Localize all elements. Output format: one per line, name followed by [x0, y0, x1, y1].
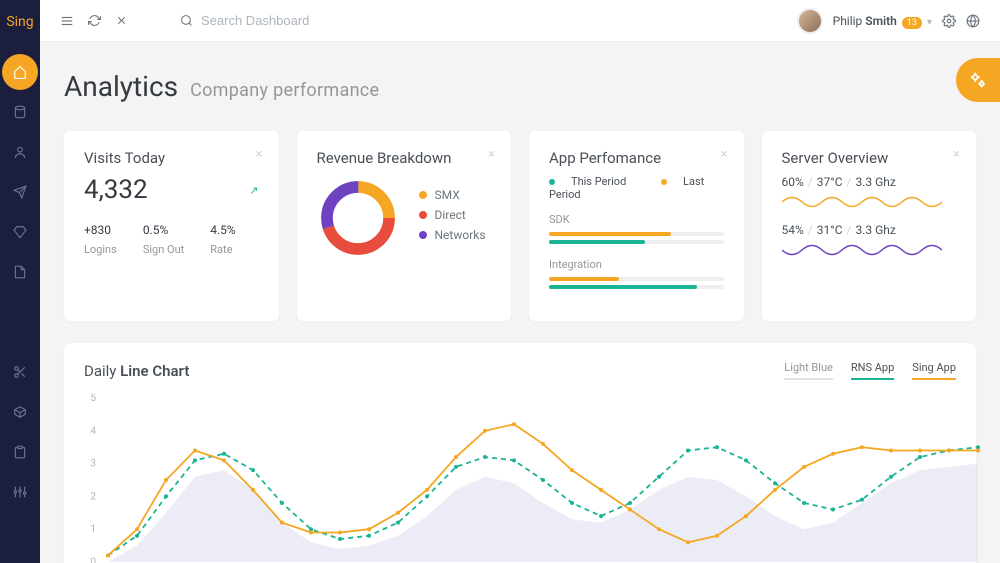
period-legend: This Period Last Period [549, 175, 724, 201]
topbar: Philip Smith 13 ▾ [40, 0, 1000, 42]
clipboard-icon [13, 445, 27, 459]
globe-button[interactable] [966, 14, 980, 28]
search-wrap [180, 13, 785, 28]
settings-gear-button[interactable] [942, 14, 956, 28]
main: Philip Smith 13 ▾ Analytics Company perf… [40, 0, 1000, 563]
user-first: Philip [833, 14, 863, 28]
nav-box[interactable] [2, 394, 38, 430]
paper-plane-icon [13, 185, 27, 199]
stack-icon [13, 105, 27, 119]
cogs-icon [967, 69, 989, 91]
close-icon[interactable]: × [488, 147, 495, 162]
search-icon [180, 14, 193, 27]
diamond-icon [13, 225, 27, 239]
notif-badge: 13 [902, 17, 922, 29]
nav-settings[interactable] [2, 474, 38, 510]
revenue-legend: SMX Direct Networks [419, 188, 486, 248]
card-line-chart: Daily Line Chart Light Blue RNS App Sing… [64, 343, 976, 563]
donut-chart [317, 177, 399, 259]
nav-users[interactable] [2, 134, 38, 170]
close-icon[interactable]: × [721, 147, 728, 162]
svg-text:5: 5 [90, 394, 96, 404]
nav-dashboard[interactable] [2, 54, 38, 90]
card-visits: × Visits Today 4,332 ↗ +830 Logins 0.5% … [64, 131, 279, 321]
scissors-icon [13, 365, 27, 379]
nav-tools[interactable] [2, 354, 38, 390]
svg-text:2: 2 [90, 491, 96, 502]
server-stat-2: 54%/31°C/3.3 Ghz [782, 223, 957, 237]
legend-item: Networks [419, 228, 486, 242]
bar-group-sdk: SDK [549, 213, 724, 244]
chart-tab-sing[interactable]: Sing App [912, 361, 956, 380]
legend-item: Direct [419, 208, 486, 222]
nav-send[interactable] [2, 174, 38, 210]
user-last: Smith [865, 14, 897, 28]
nav-file[interactable] [2, 254, 38, 290]
nav-clipboard[interactable] [2, 434, 38, 470]
card-server: × Server Overview 60%/37°C/3.3 Ghz 54%/3… [762, 131, 977, 321]
menu-toggle[interactable] [60, 14, 74, 28]
card-title: Visits Today [84, 149, 259, 167]
legend-item: SMX [419, 188, 486, 202]
card-title: Revenue Breakdown [317, 149, 492, 167]
content: Analytics Company performance × Visits T… [40, 42, 1000, 563]
close-icon[interactable]: × [953, 147, 960, 162]
visits-count: 4,332 [84, 175, 148, 205]
chart-title: Daily Line Chart [84, 362, 189, 380]
theme-settings-button[interactable] [956, 58, 1000, 102]
home-icon [13, 65, 27, 79]
server-stat-1: 60%/37°C/3.3 Ghz [782, 175, 957, 189]
svg-text:4: 4 [90, 426, 96, 437]
line-chart-svg: 0 1 2 3 4 5 [84, 394, 984, 563]
user-menu[interactable]: Philip Smith 13 ▾ [833, 14, 932, 28]
title-sub: Company performance [190, 80, 379, 101]
avatar[interactable] [797, 8, 823, 34]
svg-text:3: 3 [90, 459, 96, 470]
refresh-button[interactable] [88, 14, 101, 27]
user-icon [13, 145, 27, 159]
trend-up-icon: ↗ [249, 184, 258, 197]
page-title: Analytics Company performance [64, 70, 976, 103]
brand-logo[interactable]: Sing [6, 14, 33, 30]
stat-logins: +830 Logins [84, 223, 117, 256]
chevron-down-icon: ▾ [927, 17, 932, 28]
card-revenue: × Revenue Breakdown SMX [297, 131, 512, 321]
close-button[interactable] [115, 14, 128, 27]
card-app-perf: × App Perfomance This Period Last Period… [529, 131, 744, 321]
box-icon [13, 405, 27, 419]
chart-tab-rns[interactable]: RNS App [851, 361, 894, 380]
sparkline-1 [782, 193, 942, 211]
card-title: App Perfomance [549, 149, 724, 167]
search-input[interactable] [201, 13, 401, 28]
nav-database[interactable] [2, 94, 38, 130]
stat-rate: 4.5% Rate [210, 223, 235, 256]
card-title: Server Overview [782, 149, 957, 167]
title-main: Analytics [64, 70, 178, 103]
chart-tab-lightblue[interactable]: Light Blue [784, 361, 833, 380]
sidebar: Sing [0, 0, 40, 563]
file-icon [13, 265, 27, 279]
sparkline-2 [782, 241, 942, 259]
sliders-icon [13, 485, 27, 499]
close-icon[interactable]: × [256, 147, 263, 162]
svg-text:0: 0 [90, 557, 96, 563]
bar-group-integration: Integration [549, 258, 724, 289]
nav-diamond[interactable] [2, 214, 38, 250]
svg-text:1: 1 [90, 524, 96, 535]
stat-signout: 0.5% Sign Out [143, 223, 184, 256]
